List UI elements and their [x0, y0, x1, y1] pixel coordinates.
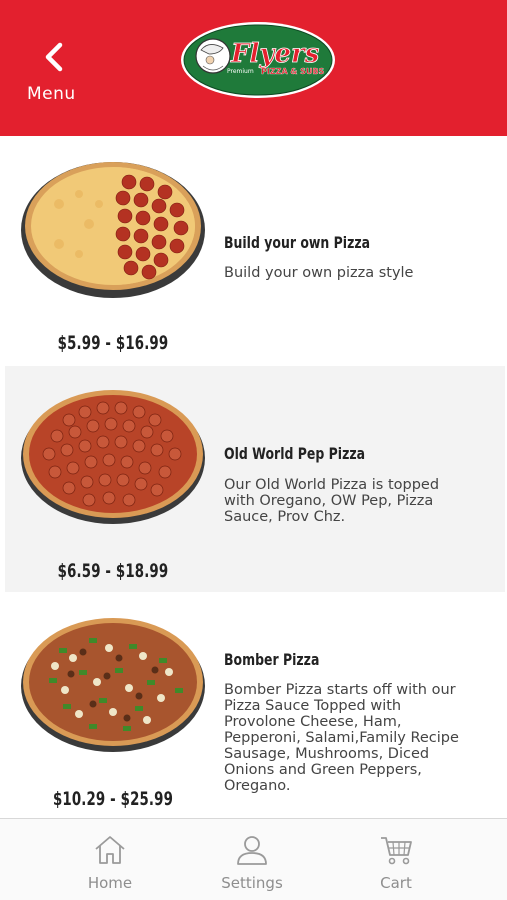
description-line: Pepperoni, Salami,Family Recipe: [224, 730, 459, 746]
chevron-left-icon: [45, 42, 63, 72]
tab-bar: Home Settings Cart: [0, 818, 507, 900]
bomber-pizza-image: [21, 618, 205, 752]
app-header: Menu Flyers Premium PIZZA & SUBS: [0, 0, 507, 136]
svg-text:Flyers: Flyers: [230, 39, 320, 69]
old-world-pep-pizza-image: [21, 390, 205, 524]
description-line: Pizza Sauce Topped with: [224, 698, 402, 714]
description-line: Bomber Pizza starts off with our: [224, 682, 456, 698]
item-description: Our Old World Pizza is topped with Orega…: [224, 477, 494, 525]
description-line: with Oregano, OW Pep, Pizza: [224, 493, 434, 509]
svg-text:PIZZA & SUBS: PIZZA & SUBS: [261, 67, 325, 76]
description-line: Our Old World Pizza is topped: [224, 477, 440, 493]
cart-icon: [381, 837, 412, 865]
home-icon: [95, 836, 125, 864]
flyers-logo: Flyers Premium PIZZA & SUBS: [181, 22, 335, 98]
menu-item-bomber[interactable]: Bomber Pizza Bomber Pizza starts off wit…: [5, 594, 505, 818]
item-price: $10.29 - $25.99: [52, 788, 174, 810]
item-description: Bomber Pizza starts off with our Pizza S…: [224, 682, 494, 794]
description-line: Sausage, Mushrooms, Diced: [224, 746, 430, 762]
description-line: Provolone Cheese, Ham,: [224, 714, 402, 730]
user-icon: [237, 836, 267, 865]
item-name: Bomber Pizza: [224, 650, 320, 669]
item-price: $6.59 - $18.99: [57, 560, 169, 582]
description-line: Onions and Green Peppers,: [224, 762, 422, 778]
menu-item-build-your-own[interactable]: Build your own Pizza Build your own pizz…: [5, 136, 505, 364]
back-button[interactable]: Menu: [18, 36, 88, 116]
description-line: Sauce, Prov Chz.: [224, 509, 346, 525]
menu-list: Build your own Pizza Build your own pizz…: [0, 136, 507, 818]
svg-text:Premium: Premium: [227, 68, 254, 75]
tab-cart-label: Cart: [380, 874, 412, 892]
tab-home[interactable]: Home: [50, 819, 170, 900]
tab-cart[interactable]: Cart: [336, 819, 456, 900]
tab-settings-label: Settings: [221, 874, 283, 892]
tab-settings[interactable]: Settings: [192, 819, 312, 900]
item-description: Build your own pizza style: [224, 265, 414, 281]
menu-item-old-world-pep[interactable]: Old World Pep Pizza Our Old World Pizza …: [5, 366, 505, 592]
tab-home-label: Home: [87, 874, 133, 892]
item-name: Old World Pep Pizza: [224, 444, 366, 463]
item-price: $5.99 - $16.99: [57, 332, 169, 354]
description-line: Oregano.: [224, 778, 291, 794]
back-button-label: Menu: [27, 84, 76, 104]
item-name: Build your own Pizza: [224, 233, 371, 252]
build-your-own-pizza-image: [21, 162, 205, 298]
